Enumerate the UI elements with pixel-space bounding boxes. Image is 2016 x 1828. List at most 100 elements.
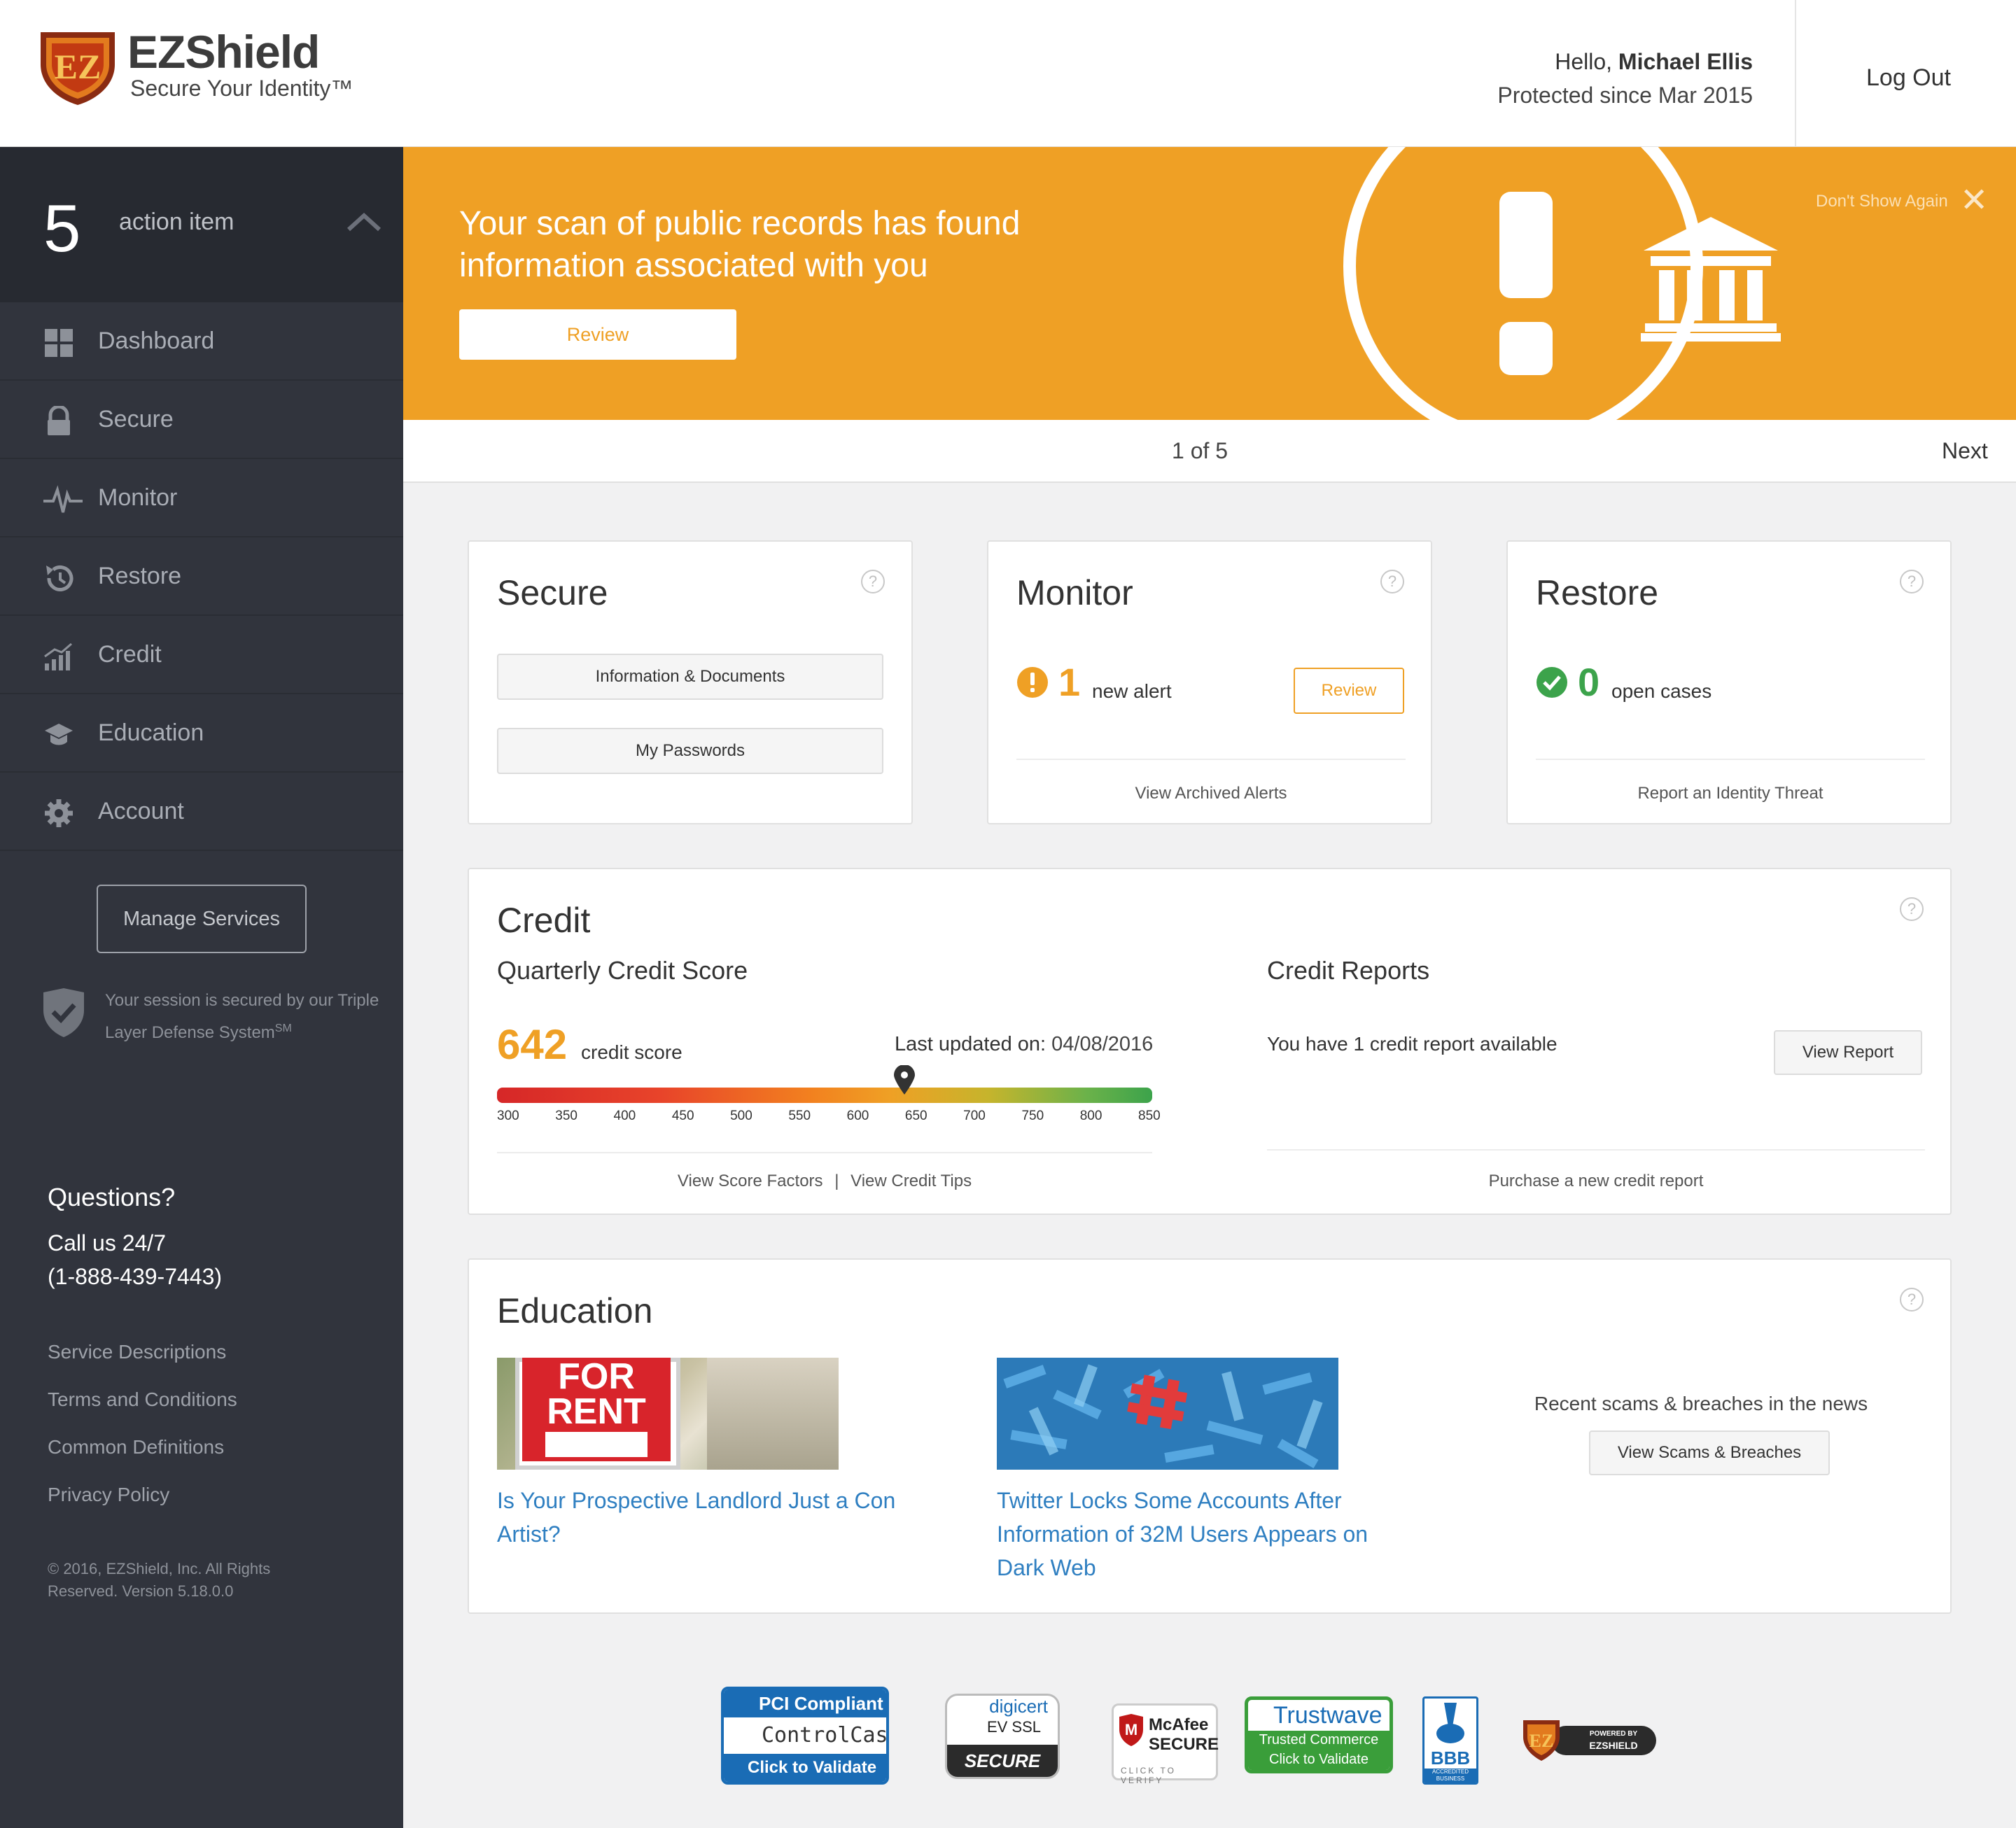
education-card: Education ? FOR RENT Is Your Prospective… <box>468 1258 1952 1614</box>
restore-card: Restore ? 0 open cases Report an Identit… <box>1506 540 1952 824</box>
terms-link[interactable]: Terms and Conditions <box>48 1388 237 1411</box>
gauge-tick-label: 350 <box>555 1109 578 1123</box>
mcafee-shield-icon: M <box>1118 1714 1144 1750</box>
greeting-hello: Hello, <box>1555 49 1613 74</box>
monitor-card-title: Monitor <box>1016 573 1133 612</box>
sidebar-item-account[interactable]: Account <box>0 773 403 851</box>
sidebar-item-restore[interactable]: Restore <box>0 537 403 616</box>
monitor-card: Monitor ? 1 new alert Review View Archiv… <box>987 540 1432 824</box>
pci-line3: Click to Validate <box>724 1754 886 1782</box>
bar-chart-icon <box>43 641 74 672</box>
sidebar-item-secure[interactable]: Secure <box>0 381 403 459</box>
gauge-tick-label: 550 <box>788 1109 811 1123</box>
purchase-credit-report-link[interactable]: Purchase a new credit report <box>1267 1172 1925 1191</box>
protected-since: Protected since Mar 2015 <box>1497 83 1753 108</box>
pci-compliant-badge[interactable]: PCI Compliant ControlCase Click to Valid… <box>721 1687 889 1785</box>
help-icon[interactable]: ? <box>861 570 885 593</box>
privacy-link[interactable]: Privacy Policy <box>48 1484 169 1506</box>
trustwave-badge[interactable]: Trustwave Trusted Commerce Click to Vali… <box>1245 1696 1393 1773</box>
powered-by-ezshield-badge[interactable]: EZ POWERED BY EZSHIELD <box>1520 1716 1660 1765</box>
help-icon[interactable]: ? <box>1900 1288 1924 1312</box>
mcafee-line1: McAfee <box>1149 1715 1209 1734</box>
shield-check-icon <box>41 987 87 1042</box>
close-icon[interactable]: ✕ <box>1960 181 1988 220</box>
logout-link[interactable]: Log Out <box>1866 64 1951 92</box>
bbb-badge[interactable]: BBB ACCREDITED BUSINESS <box>1422 1696 1478 1785</box>
sidebar-item-label: Secure <box>98 406 174 433</box>
help-icon[interactable]: ? <box>1380 570 1404 593</box>
support-phone[interactable]: (1-888-439-7443) <box>48 1264 222 1290</box>
report-identity-threat-link[interactable]: Report an Identity Threat <box>1508 784 1953 803</box>
next-button[interactable]: Next <box>1942 438 1988 464</box>
hashtag-image[interactable] <box>997 1358 1338 1470</box>
view-report-button[interactable]: View Report <box>1774 1030 1922 1075</box>
credit-links: View Score Factors | View Credit Tips <box>497 1172 1152 1191</box>
digicert-line2: EV SSL <box>986 1718 1041 1736</box>
quarterly-score-title: Quarterly Credit Score <box>497 956 748 985</box>
article-title-link[interactable]: Is Your Prospective Landlord Just a Con … <box>497 1484 917 1551</box>
sign-bottom-text: RENT <box>547 1391 646 1432</box>
sidebar-item-label: Credit <box>98 641 162 668</box>
secure-card: Secure ? Information & Documents My Pass… <box>468 540 913 824</box>
ezshield-badge-line2: EZSHIELD <box>1589 1740 1638 1751</box>
scams-text: Recent scams & breaches in the news <box>1534 1393 1868 1414</box>
digicert-badge[interactable]: digicert EV SSL SECURE <box>945 1694 1060 1779</box>
chevron-up-icon[interactable] <box>346 211 382 236</box>
definitions-link[interactable]: Common Definitions <box>48 1436 224 1458</box>
gauge-tick-label: 750 <box>1021 1109 1044 1123</box>
gauge-tick-label: 800 <box>1079 1109 1102 1123</box>
case-count: 0 <box>1578 660 1600 704</box>
credit-card: Credit ? Quarterly Credit Score 642 cred… <box>468 868 1952 1215</box>
secure-card-title: Secure <box>497 573 608 612</box>
help-icon[interactable]: ? <box>1900 570 1924 593</box>
session-security-text: Your session is secured by our Triple La… <box>105 987 385 1047</box>
sidebar-item-monitor[interactable]: Monitor <box>0 459 403 537</box>
view-credit-tips-link[interactable]: View Credit Tips <box>850 1172 972 1190</box>
gauge-tick-label: 600 <box>846 1109 869 1123</box>
restore-card-title: Restore <box>1536 573 1659 612</box>
service-descriptions-link[interactable]: Service Descriptions <box>48 1341 226 1363</box>
bbb-line1: BBB <box>1430 1748 1471 1769</box>
action-items-toggle[interactable]: 5 action item <box>0 147 403 302</box>
my-passwords-button[interactable]: My Passwords <box>497 728 883 774</box>
information-documents-button[interactable]: Information & Documents <box>497 654 883 700</box>
help-icon[interactable]: ? <box>1900 897 1924 921</box>
lock-icon <box>43 405 74 437</box>
svg-text:EZ: EZ <box>55 47 102 86</box>
sidebar-item-credit[interactable]: Credit <box>0 616 403 694</box>
view-archived-alerts-link[interactable]: View Archived Alerts <box>988 784 1434 803</box>
article-title-link[interactable]: Twitter Locks Some Accounts After Inform… <box>997 1484 1389 1584</box>
for-rent-image[interactable]: FOR RENT <box>497 1358 839 1470</box>
view-scams-breaches-button[interactable]: View Scams & Breaches <box>1589 1430 1830 1475</box>
mcafee-line2: SECURE <box>1149 1735 1219 1754</box>
brand-tagline: Secure Your Identity™ <box>130 76 354 101</box>
view-score-factors-link[interactable]: View Score Factors <box>678 1172 823 1190</box>
greeting: Hello, Michael Ellis <box>1555 49 1753 75</box>
alert-label: new alert <box>1092 680 1172 702</box>
credit-reports-text: You have 1 credit report available <box>1267 1033 1558 1055</box>
mcafee-secure-badge[interactable]: M McAfee SECURE CLICK TO VERIFY <box>1112 1703 1219 1785</box>
trustwave-line2: Trusted Commerce <box>1248 1731 1390 1749</box>
warning-icon <box>1016 666 1049 702</box>
dont-show-again-link[interactable]: Don't Show Again <box>1816 192 1948 211</box>
monitor-review-button[interactable]: Review <box>1294 668 1404 714</box>
score-marker-icon <box>894 1064 916 1095</box>
last-updated: Last updated on: 04/08/2016 <box>895 1033 1153 1056</box>
sidebar-item-education[interactable]: Education <box>0 694 403 773</box>
banner-message: Your scan of public records has found in… <box>459 205 1021 284</box>
banner-review-button[interactable]: Review <box>459 309 736 360</box>
sidebar-item-dashboard[interactable]: Dashboard <box>0 302 403 381</box>
gauge-tick-label: 850 <box>1138 1109 1161 1123</box>
credit-score-label: credit score <box>581 1041 682 1063</box>
for-rent-sign-inner: FOR RENT <box>522 1358 671 1461</box>
sign-blank <box>545 1432 648 1457</box>
gear-icon <box>43 798 74 829</box>
ezshield-shield-logo-icon[interactable]: EZ <box>36 28 119 106</box>
svg-text:M: M <box>1125 1721 1138 1738</box>
app-root: EZ EZShield Secure Your Identity™ Hello,… <box>0 0 2016 1828</box>
history-icon <box>43 563 74 593</box>
pci-line1: PCI Compliant <box>724 1689 886 1717</box>
call-label: Call us 24/7 <box>48 1230 166 1256</box>
trustwave-line3: Click to Validate <box>1248 1749 1390 1770</box>
manage-services-button[interactable]: Manage Services <box>97 885 307 953</box>
